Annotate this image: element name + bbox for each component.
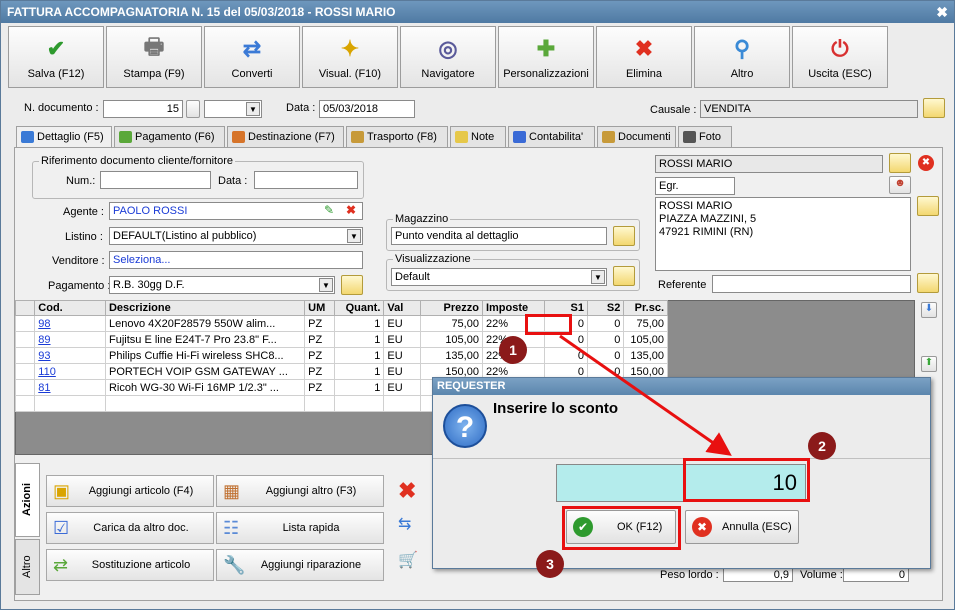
step-marker-2: 2: [808, 432, 836, 460]
step-marker-1: 1: [499, 336, 527, 364]
annotation-arrow: [559, 334, 732, 456]
step-marker-3: 3: [536, 550, 564, 578]
